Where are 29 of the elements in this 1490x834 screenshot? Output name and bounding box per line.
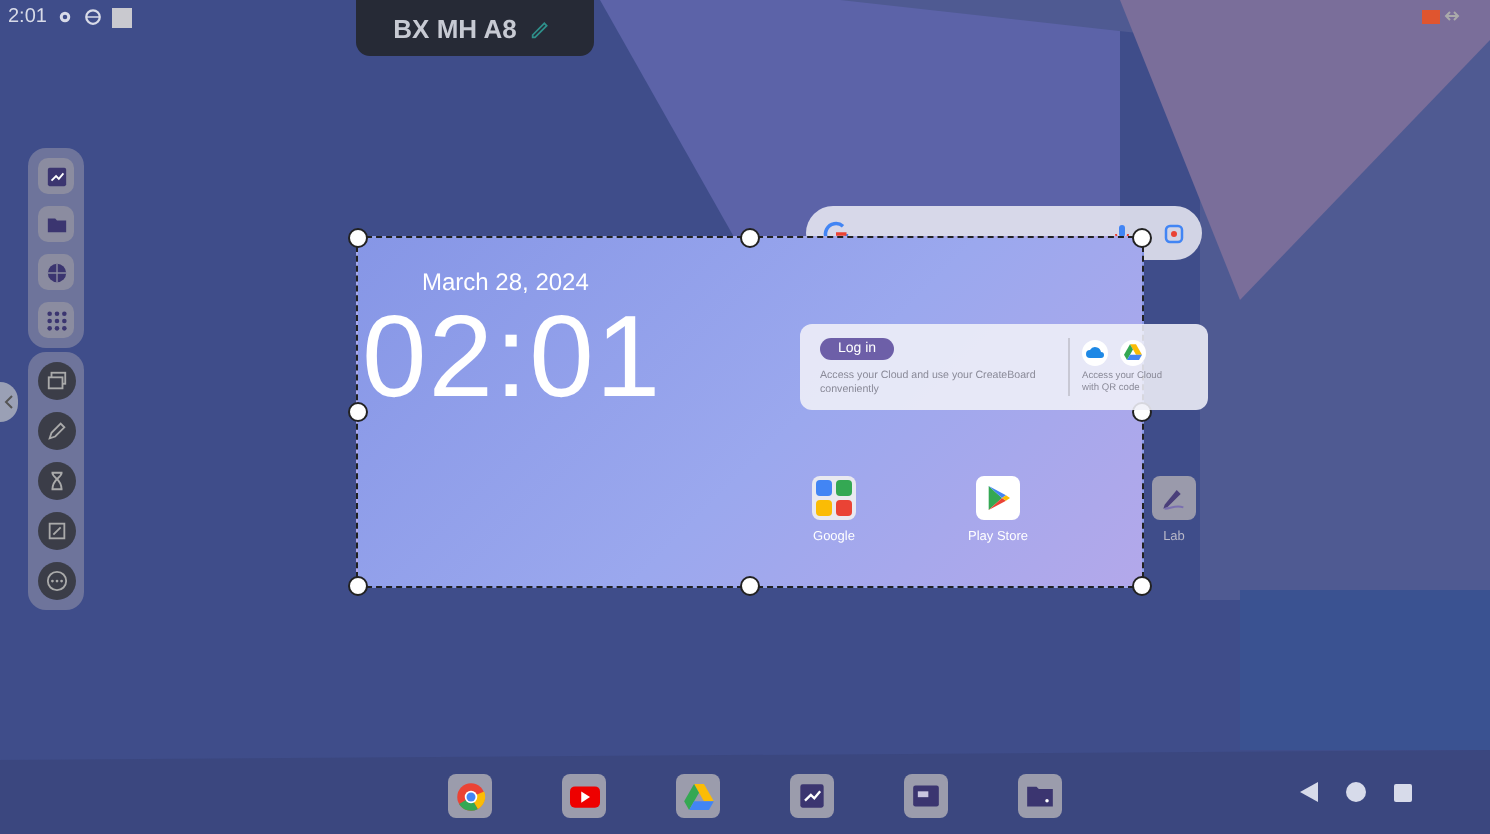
drive-icon[interactable] [1120,339,1146,366]
clock-time: 02:01 [362,300,663,416]
resize-handle[interactable] [740,228,760,248]
chrome-icon[interactable] [448,774,492,818]
square-icon [112,7,133,27]
cloud-icon[interactable] [1082,339,1108,366]
drive-icon[interactable] [676,774,720,818]
camera-icon [1162,221,1186,245]
apps-grid-icon[interactable] [38,302,74,338]
globe-icon[interactable] [38,254,74,290]
resize-handle[interactable] [348,402,368,422]
back-icon[interactable] [1300,782,1318,802]
folder-icon[interactable] [1018,774,1062,818]
play-store-icon [976,476,1020,520]
whiteboard-icon[interactable] [790,774,834,818]
globe-icon [84,8,103,26]
resize-handle[interactable] [740,576,760,596]
pen-icon [1152,476,1196,520]
clock-date: March 28, 2024 [422,268,589,296]
resize-handle[interactable] [1132,576,1152,596]
folder-icon[interactable] [38,206,74,242]
cast-icon[interactable] [904,774,948,818]
device-name: BX MH A8 [393,13,517,43]
flag-icon [1422,10,1462,26]
home-icon[interactable] [1346,782,1366,802]
video-play-icon[interactable] [562,774,606,818]
status-time: 2:01 [8,6,47,28]
whiteboard-icon[interactable] [38,158,74,194]
folder-icon [812,476,856,520]
